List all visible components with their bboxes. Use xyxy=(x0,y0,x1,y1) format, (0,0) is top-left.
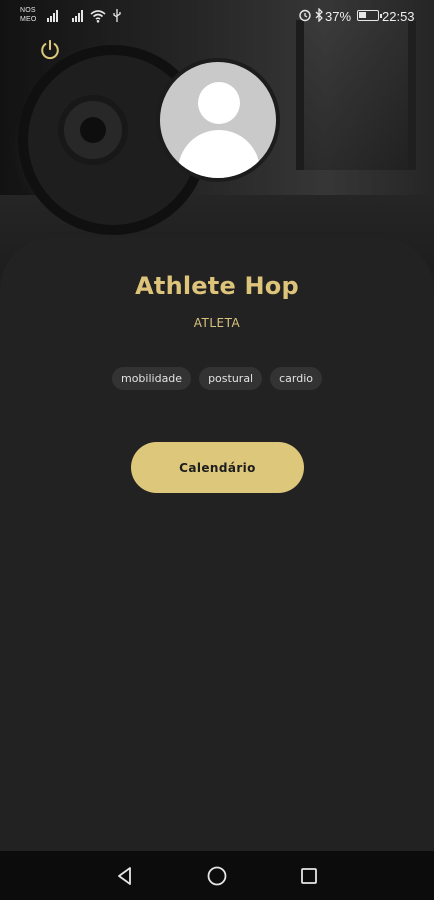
logout-button[interactable] xyxy=(30,30,70,70)
user-placeholder-icon[interactable] xyxy=(156,58,280,182)
battery-percent: 37% xyxy=(325,9,352,24)
athlete-role: ATLETA xyxy=(193,316,241,330)
signal-icon xyxy=(47,10,58,22)
carrier-label: NOS MEO xyxy=(20,6,37,24)
carrier-bottom: MEO xyxy=(20,16,37,23)
power-icon xyxy=(41,39,59,60)
square-recent-icon[interactable] xyxy=(298,865,320,887)
clock: 22:53 xyxy=(382,9,415,24)
battery-icon xyxy=(357,10,382,21)
profile-card xyxy=(0,238,434,900)
alarm-icon xyxy=(299,9,311,22)
athlete-name: Athlete Hop xyxy=(135,272,299,300)
signal-icon xyxy=(72,10,83,22)
avatar-head xyxy=(198,82,240,124)
profile-screen: NOS MEO 37% 22:53 Athlete Hop ATLETA mob… xyxy=(0,0,434,900)
avatar-body xyxy=(178,130,260,178)
tag-chip[interactable]: mobilidade xyxy=(111,367,192,390)
circle-home-icon[interactable] xyxy=(206,865,228,887)
tag-chip[interactable]: cardio xyxy=(270,367,323,390)
status-bar: NOS MEO 37% 22:53 xyxy=(0,0,434,34)
usb-icon xyxy=(113,9,121,22)
calendar-button[interactable]: Calendário xyxy=(131,442,304,493)
triangle-back-icon[interactable] xyxy=(114,865,136,887)
wifi-icon xyxy=(90,10,106,23)
system-nav-bar xyxy=(0,851,434,900)
tag-list: mobilidade postural cardio xyxy=(0,367,434,390)
carrier-top: NOS xyxy=(20,7,36,14)
tag-chip[interactable]: postural xyxy=(199,367,263,390)
bluetooth-icon xyxy=(315,8,323,22)
